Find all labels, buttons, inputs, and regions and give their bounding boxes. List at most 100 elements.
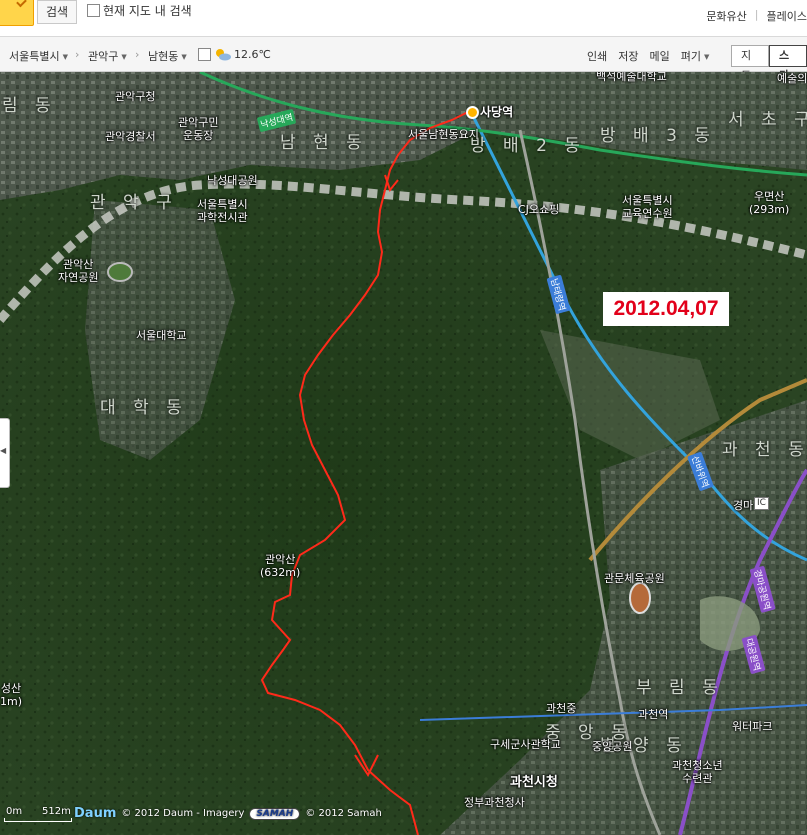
place-label-line: 과학전시관	[197, 211, 248, 224]
map-type-map-button[interactable]: 지도	[731, 45, 769, 82]
place-label-line: 서울특별시	[197, 198, 248, 211]
link-place[interactable]: 플레이스	[767, 8, 807, 24]
place-label: 서울남현동요지	[408, 128, 479, 141]
area-label: 대 학 동	[100, 398, 188, 418]
place-label: 서울대학교	[136, 329, 187, 342]
region-district-label: 관악구	[88, 50, 119, 63]
place-label: 과천시청	[510, 775, 558, 790]
region-district-dropdown[interactable]: 관악구 ▼	[88, 48, 127, 64]
scale-bar: 0m 512m	[4, 806, 72, 822]
search-submit-icon[interactable]	[0, 0, 34, 26]
save-link[interactable]: 저장	[618, 48, 638, 64]
place-label-line: 관악구민	[178, 116, 219, 129]
map-search-checkbox[interactable]: 현재 지도 내 검색	[87, 2, 192, 19]
place-label: 중앙공원	[592, 740, 633, 753]
map-type-switch: 지도 스카	[731, 45, 807, 82]
sadang-station-marker[interactable]	[466, 106, 479, 119]
place-label-line: 우면산	[753, 190, 785, 203]
mail-link[interactable]: 메일	[650, 48, 670, 64]
search-button[interactable]: 검색	[37, 0, 77, 24]
scale-label-start: 0m	[6, 806, 23, 817]
copyright: Daum © 2012 Daum - Imagery SAMAH © 2012 …	[74, 806, 382, 821]
expand-link[interactable]: 펴기 ▼	[681, 48, 710, 64]
place-label: 관문체육공원	[604, 572, 665, 585]
place-label: 예술의	[777, 72, 807, 85]
place-label-line: 운동장	[183, 129, 214, 142]
place-label-line: 교육연수원	[622, 207, 673, 220]
print-link[interactable]: 인쇄	[587, 48, 607, 64]
map-type-skyview-button[interactable]: 스카	[769, 45, 807, 82]
place-label: 백석예술대학교	[596, 72, 667, 83]
place-label: 관악구민 운동장	[178, 116, 218, 142]
area-label: 부 림 동	[636, 678, 724, 698]
daum-logo[interactable]: Daum	[74, 806, 116, 821]
samah-logo: SAMAH	[249, 807, 301, 820]
top-bar: 검색 현재 지도 내 검색 문화유산 | 플레이스	[0, 0, 807, 37]
place-label: 성산 1m)	[0, 682, 22, 708]
region-city-label: 서울특별시	[9, 50, 60, 63]
weather-widget[interactable]: 12.6℃	[198, 48, 271, 61]
place-label: 서울특별시 교육연수원	[622, 194, 673, 220]
place-label: 관악구청	[115, 90, 156, 103]
breadcrumb-separator: ›	[135, 48, 140, 61]
map-imagery[interactable]	[0, 72, 807, 835]
place-label: 워터파크	[732, 720, 773, 733]
place-label-line: 서울특별시	[622, 194, 673, 207]
place-label: CJ오쇼핑	[518, 203, 560, 216]
place-label-line: 1m)	[0, 695, 23, 708]
place-label-line: 관악산	[63, 258, 94, 271]
stadium-shape	[629, 582, 651, 614]
temperature-label: 12.6℃	[234, 48, 271, 61]
region-dong-label: 남현동	[148, 50, 179, 63]
tool-links: 인쇄 저장 메일 펴기 ▼	[587, 48, 709, 64]
link-heritage[interactable]: 문화유산	[706, 8, 746, 24]
checkbox-icon[interactable]	[87, 4, 100, 17]
place-label: 구세군사관학교	[490, 738, 561, 751]
place-label: 과천청소년 수련관	[672, 759, 723, 785]
place-label: 낙성대공원	[207, 174, 258, 187]
area-label: 과 천 동	[722, 440, 807, 460]
chevron-down-icon: ▼	[181, 53, 187, 61]
place-label-line: (632m)	[260, 566, 301, 579]
satellite-map[interactable]: ◀ 관 악 구 서 초 구 방 배 3 동 남 현 동 방 배 2 동 대 학 …	[0, 72, 807, 835]
place-label: 경마	[733, 499, 754, 512]
divider: |	[754, 8, 759, 21]
map-toolbar: 서울특별시 ▼ › 관악구 ▼ › 남현동 ▼ 12.6℃ 인쇄 저장 메일 펴기 ▼	[0, 37, 807, 72]
snu-field-shape	[107, 262, 133, 282]
place-label: 관악산 (632m)	[260, 553, 300, 579]
chevron-down-icon: ▼	[704, 53, 710, 61]
area-label: 남 현 동	[280, 133, 368, 153]
map-search-checkbox-label: 현재 지도 내 검색	[103, 4, 192, 18]
area-label: 서 초 구	[728, 110, 807, 130]
area-label: 방 배 2 동	[470, 136, 586, 156]
place-label-line: 성산	[0, 682, 22, 695]
date-overlay: 2012.04,07	[603, 292, 729, 326]
place-label: 정부과천청사	[464, 796, 525, 809]
place-label: 사당역	[480, 105, 514, 119]
place-label: 서울특별시 과학전시관	[197, 198, 248, 224]
copyright-daum: © 2012 Daum - Imagery	[121, 808, 245, 819]
place-label-line: (293m)	[749, 203, 790, 216]
area-label: 방 배 3 동	[600, 126, 716, 146]
area-label: 림 동	[2, 96, 57, 116]
place-label: 과천역	[638, 708, 669, 721]
place-label: 관악경찰서	[105, 130, 156, 143]
ic-badge: IC	[754, 497, 769, 510]
place-label-line: 자연공원	[58, 271, 99, 284]
place-label: 우면산 (293m)	[749, 190, 789, 216]
place-label-line: 과천청소년	[672, 759, 723, 772]
side-panel-toggle[interactable]: ◀	[0, 418, 10, 488]
breadcrumb-separator: ›	[75, 48, 80, 61]
scale-line	[4, 818, 72, 822]
top-links: 문화유산 | 플레이스	[706, 8, 807, 24]
area-label: 관 악 구	[90, 193, 178, 213]
chevron-down-icon: ▼	[62, 53, 68, 61]
place-label: 관악산 자연공원	[58, 258, 98, 284]
chevron-left-icon: ◀	[0, 446, 7, 455]
weather-checkbox[interactable]	[198, 48, 211, 61]
sun-cloud-icon	[216, 49, 231, 61]
copyright-samah: © 2012 Samah	[305, 808, 382, 819]
region-dong-dropdown[interactable]: 남현동 ▼	[148, 48, 187, 64]
expand-label: 펴기	[680, 50, 701, 63]
region-city-dropdown[interactable]: 서울특별시 ▼	[9, 48, 68, 64]
